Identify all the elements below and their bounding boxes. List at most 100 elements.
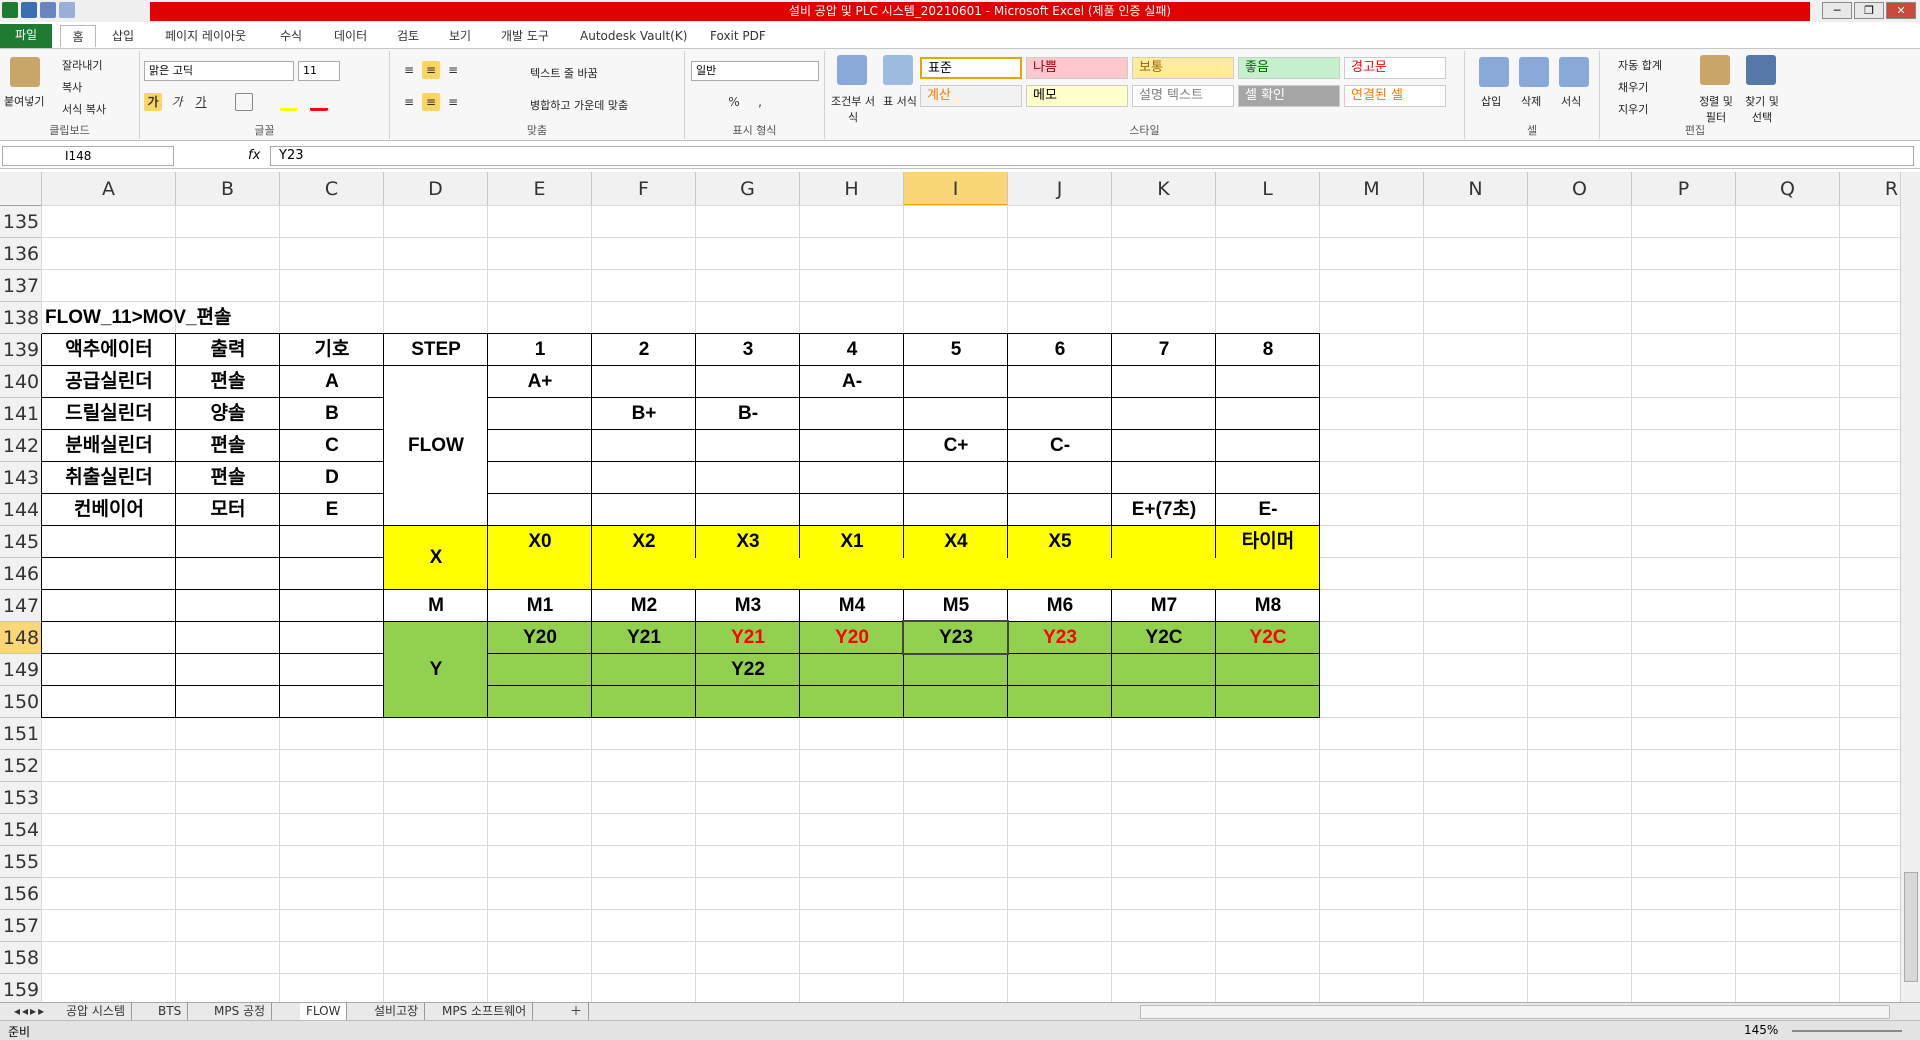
cell-style-7[interactable]: 설명 텍스트	[1132, 85, 1234, 107]
row-header-148[interactable]: 148	[0, 622, 42, 654]
tab-data[interactable]: 데이터	[334, 25, 367, 47]
tab-view[interactable]: 보기	[449, 25, 471, 47]
new-sheet-icon[interactable]: ＋	[564, 1003, 590, 1020]
column-header-k[interactable]: K	[1112, 172, 1216, 206]
align-bottom-icon[interactable]: ≡	[444, 61, 462, 79]
sort-filter-icon[interactable]	[1700, 55, 1730, 85]
row-header-147[interactable]: 147	[0, 590, 42, 622]
format-cells-icon[interactable]	[1559, 57, 1589, 87]
scroll-thumb[interactable]	[1904, 872, 1918, 982]
row-header-139[interactable]: 139	[0, 334, 42, 366]
cell-style-6[interactable]: 메모	[1026, 85, 1128, 107]
border-icon[interactable]	[235, 93, 253, 111]
cell-area[interactable]: FLOW_11>MOV_편솔 액추에이터 출력 기호 STEP 1 2 3 4 5 6 7 8 공급실린더…	[41, 205, 1900, 1002]
merge-center-button[interactable]: 병합하고 가운데 맞춤	[530, 97, 628, 113]
row-header-136[interactable]: 136	[0, 238, 42, 270]
cell-style-2[interactable]: 보통	[1132, 57, 1234, 79]
column-header-m[interactable]: M	[1320, 172, 1424, 206]
redo-icon[interactable]	[59, 2, 75, 18]
tab-formulas[interactable]: 수식	[280, 25, 302, 47]
sheet-tab-0[interactable]: 공압 시스템	[60, 1003, 133, 1020]
close-button[interactable]: ✕	[1886, 2, 1916, 19]
tab-review[interactable]: 검토	[397, 25, 419, 47]
cell-style-5[interactable]: 계산	[920, 85, 1022, 107]
row-header-158[interactable]: 158	[0, 942, 42, 974]
column-header-f[interactable]: F	[592, 172, 696, 206]
row-header-141[interactable]: 141	[0, 398, 42, 430]
tab-file[interactable]: 파일	[0, 24, 52, 48]
tab-foxit-pdf[interactable]: Foxit PDF	[710, 25, 766, 47]
column-header-q[interactable]: Q	[1736, 172, 1840, 206]
column-header-b[interactable]: B	[176, 172, 280, 206]
restore-button[interactable]: ❐	[1854, 2, 1884, 19]
conditional-format-button[interactable]: 조건부 서식	[831, 93, 875, 125]
row-header-154[interactable]: 154	[0, 814, 42, 846]
row-header-151[interactable]: 151	[0, 718, 42, 750]
save-icon[interactable]	[21, 2, 37, 18]
select-all-corner[interactable]	[0, 172, 42, 206]
font-name-select[interactable]: 맑은 고딕	[144, 61, 294, 81]
sheet-tab-3[interactable]: FLOW	[300, 1003, 348, 1020]
column-header-e[interactable]: E	[488, 172, 592, 206]
column-header-o[interactable]: O	[1528, 172, 1632, 206]
align-left-icon[interactable]: ≡	[400, 93, 418, 111]
column-header-r[interactable]: R	[1840, 172, 1900, 206]
row-header-142[interactable]: 142	[0, 430, 42, 462]
column-header-a[interactable]: A	[42, 172, 176, 206]
row-header-153[interactable]: 153	[0, 782, 42, 814]
row-header-140[interactable]: 140	[0, 366, 42, 398]
paste-button[interactable]: 붙여넣기	[4, 93, 44, 109]
row-header-138[interactable]: 138	[0, 302, 42, 334]
underline-button[interactable]: 가	[192, 93, 210, 111]
font-size-select[interactable]: 11	[298, 61, 340, 81]
sheet-nav-arrows[interactable]: ◂◂▸▸	[8, 1003, 52, 1020]
cell-style-4[interactable]: 경고문	[1344, 57, 1446, 79]
row-header-135[interactable]: 135	[0, 206, 42, 238]
minimize-button[interactable]: ─	[1822, 2, 1852, 19]
active-cell-cursor[interactable]	[902, 620, 1009, 655]
conditional-format-icon[interactable]	[837, 55, 867, 85]
row-header-150[interactable]: 150	[0, 686, 42, 718]
italic-button[interactable]: 가	[168, 93, 186, 111]
copy-button[interactable]: 복사	[62, 79, 82, 95]
row-header-143[interactable]: 143	[0, 462, 42, 494]
column-header-i[interactable]: I	[904, 172, 1008, 206]
row-header-144[interactable]: 144	[0, 494, 42, 526]
column-header-l[interactable]: L	[1216, 172, 1320, 206]
font-color-icon[interactable]	[310, 93, 328, 111]
tab-page-layout[interactable]: 페이지 레이아웃	[165, 25, 246, 47]
sort-filter-button[interactable]: 정렬 및 필터	[1696, 93, 1736, 125]
sheet-tab-2[interactable]: MPS 공정	[208, 1003, 273, 1020]
find-select-icon[interactable]	[1746, 55, 1776, 85]
fill-button[interactable]: 채우기	[1618, 79, 1648, 95]
wrap-text-button[interactable]: 텍스트 줄 바꿈	[530, 65, 598, 81]
fill-color-icon[interactable]	[280, 93, 298, 111]
column-header-g[interactable]: G	[696, 172, 800, 206]
align-center-icon[interactable]: ≡	[422, 93, 440, 111]
delete-cells-button[interactable]: 삭제	[1521, 93, 1541, 109]
cell-style-9[interactable]: 연결된 셀	[1344, 85, 1446, 107]
zoom-level[interactable]: 145%	[1744, 1023, 1778, 1037]
delete-cells-icon[interactable]	[1519, 57, 1549, 87]
format-painter-button[interactable]: 서식 복사	[62, 101, 106, 117]
sheet-tab-4[interactable]: 설비고장	[368, 1003, 426, 1020]
insert-cells-button[interactable]: 삽입	[1481, 93, 1501, 109]
vertical-scrollbar[interactable]	[1900, 172, 1920, 1002]
zoom-slider[interactable]	[1792, 1030, 1902, 1032]
bold-button[interactable]: 가	[144, 93, 162, 111]
cut-button[interactable]: 잘라내기	[62, 57, 102, 73]
table-format-icon[interactable]	[883, 55, 913, 85]
row-header-152[interactable]: 152	[0, 750, 42, 782]
paste-icon[interactable]	[10, 57, 40, 87]
sheet-tab-1[interactable]: BTS	[152, 1003, 189, 1020]
worksheet-grid[interactable]: ABCDEFGHIJKLMNOPQR 135 136 137 138 139 140 141…	[0, 172, 1900, 1002]
tab-home[interactable]: 홈	[60, 25, 96, 47]
cell-style-3[interactable]: 좋음	[1238, 57, 1340, 79]
align-right-icon[interactable]: ≡	[444, 93, 462, 111]
clear-button[interactable]: 지우기	[1618, 101, 1648, 117]
formula-input[interactable]: Y23	[270, 146, 1914, 166]
comma-button[interactable]: ,	[751, 93, 769, 111]
insert-cells-icon[interactable]	[1479, 57, 1509, 87]
row-header-146[interactable]: 146	[0, 558, 42, 590]
row-header-149[interactable]: 149	[0, 654, 42, 686]
